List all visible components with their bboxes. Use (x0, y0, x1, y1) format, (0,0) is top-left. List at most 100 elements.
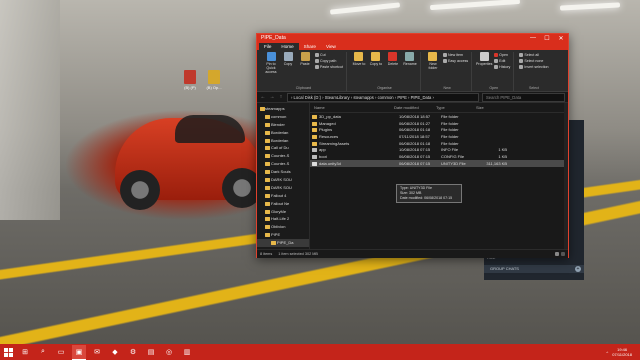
file-icon (312, 154, 317, 159)
maximize-button[interactable]: ☐ (540, 35, 554, 42)
large-icons-view-icon[interactable] (561, 252, 565, 256)
copy-to-button[interactable]: Copy to (369, 52, 383, 86)
group-label: New (443, 86, 451, 90)
nav-item[interactable]: steamapps (257, 105, 309, 113)
paste-shortcut-button[interactable]: Paste shortcut (315, 65, 343, 69)
folder-icon (265, 122, 270, 127)
minimize-button[interactable]: — (526, 35, 540, 41)
delete-button[interactable]: Delete (386, 52, 400, 86)
chrome-icon[interactable]: ◎ (162, 345, 176, 359)
nav-item[interactable]: Counter-S (257, 160, 309, 168)
nav-item-label: Counter-S (271, 153, 290, 159)
column-type[interactable]: Type (432, 105, 472, 110)
mail-icon[interactable]: ✉ (90, 345, 104, 359)
vertical-scrollbar[interactable] (564, 103, 568, 249)
tab-share[interactable]: Share (299, 43, 321, 50)
windows-app-icon[interactable]: ⊞ (18, 345, 32, 359)
file-row[interactable]: StreamingAssets 06/08/2018 01:18 File fold… (310, 140, 568, 147)
pin-quick-access-button[interactable]: Pin to Quick access (264, 52, 278, 86)
easy-access-button[interactable]: Easy access (442, 59, 469, 63)
properties-button[interactable]: Properties (475, 52, 493, 86)
select-none-button[interactable]: Select none (519, 59, 548, 63)
tray-overflow-button[interactable]: ^ (606, 350, 608, 355)
new-item-button[interactable]: New item (442, 53, 468, 57)
terminal-icon[interactable]: ▥ (180, 345, 194, 359)
steam-icon[interactable]: ◆ (108, 345, 122, 359)
clock[interactable]: 19:46 07/11/2018 (612, 347, 632, 357)
easy-access-label: Easy access (447, 59, 469, 63)
nav-item[interactable]: PIPE (257, 231, 309, 239)
nav-item[interactable]: Counter-S (257, 152, 309, 160)
column-name[interactable]: Name (310, 105, 390, 110)
nav-item[interactable]: Fallout Ne (257, 200, 309, 208)
nav-item[interactable]: DARK SOU (257, 184, 309, 192)
nav-item[interactable]: Half-Life 2 (257, 215, 309, 223)
selection-info: 1 item selected 302 MB (278, 252, 318, 256)
desktop-icon-2[interactable]: (B) Op... (192, 70, 236, 90)
file-row[interactable]: Resources 07/11/2018 18:57 File folder (310, 133, 568, 140)
nav-item[interactable]: DARK SOU (257, 176, 309, 184)
rename-button[interactable]: Rename (403, 52, 417, 86)
new-folder-button[interactable]: New folder (426, 52, 440, 86)
nav-item-label: Borderlan (271, 137, 289, 143)
copy-button[interactable]: Copy (281, 52, 295, 86)
tab-file[interactable]: File (259, 43, 277, 50)
copy-path-button[interactable]: Copy path (315, 59, 343, 63)
search-input[interactable]: Search PIPE_Data (482, 92, 565, 102)
back-button[interactable]: ← (260, 94, 266, 100)
column-date[interactable]: Date modified (390, 105, 432, 110)
window-title: PIPE_Data (261, 35, 286, 41)
properties-label: Properties (475, 62, 493, 66)
address-bar[interactable]: › Local Disk (D:) › SteamLibrary › steam… (287, 92, 479, 102)
edit-button[interactable]: Edit (494, 59, 510, 63)
forward-button[interactable]: → (269, 94, 275, 100)
paste-button[interactable]: Paste (298, 52, 312, 86)
taskbar-pinned-apps: ⊞ ⌕ ▭ ▣ ✉ ◆ ⚙ ▤ ◎ ▥ (16, 344, 196, 360)
copy-icon (283, 52, 293, 61)
tab-home[interactable]: Home (276, 43, 299, 50)
invert-selection-button[interactable]: Invert selection (519, 65, 549, 69)
select-all-label: Select all (524, 53, 539, 57)
file-size: 311,163 KB (486, 160, 507, 166)
notes-icon[interactable]: ▤ (144, 345, 158, 359)
move-to-button[interactable]: Move to (352, 52, 366, 86)
clipboard-group: Pin to Quick access Copy Paste Cut Copy … (261, 52, 347, 91)
search-icon[interactable]: ⌕ (36, 345, 50, 359)
close-button[interactable]: ✕ (554, 35, 568, 42)
group-chats-header[interactable]: GROUP CHATS + (484, 265, 584, 273)
up-button[interactable]: ↑ (278, 94, 284, 100)
file-size: 1 KB (498, 153, 507, 159)
details-view-icon[interactable] (555, 252, 559, 256)
file-list-pane[interactable]: Name Date modified Type Size 3D_pp_data 1… (310, 103, 568, 249)
nav-item[interactable]: common (257, 113, 309, 121)
nav-item[interactable]: Blender (257, 121, 309, 129)
file-row[interactable]: Managed 06/08/2018 01:27 File folder (310, 120, 568, 127)
file-row[interactable]: boot 06/08/2018 07:15 CONFIG File 1 KB (310, 153, 568, 160)
select-all-button[interactable]: Select all (519, 53, 548, 57)
column-size[interactable]: Size (472, 105, 500, 110)
history-button[interactable]: History (494, 65, 510, 69)
add-group-chat-button[interactable]: + (575, 266, 581, 272)
nav-item[interactable]: Call of Du (257, 144, 309, 152)
nav-item[interactable]: GloryMe (257, 208, 309, 216)
cut-button[interactable]: Cut (315, 53, 343, 57)
nav-item[interactable]: PIPE_Da (257, 239, 309, 248)
nav-item[interactable]: Oblivion (257, 223, 309, 231)
file-row[interactable]: app 10/08/2018 07:15 INFO File 1 KB (310, 146, 568, 153)
nav-item[interactable]: Borderlan (257, 129, 309, 137)
file-explorer-icon[interactable]: ▣ (72, 344, 86, 360)
tab-view[interactable]: View (321, 43, 341, 50)
task-view-icon[interactable]: ▭ (54, 345, 68, 359)
file-row[interactable]: 3D_pp_data 10/08/2018 18:57 File folder (310, 113, 568, 120)
open-button[interactable]: Open (494, 53, 510, 57)
start-button[interactable] (0, 344, 16, 360)
file-row[interactable]: Plugins 06/08/2018 01:18 File folder (310, 126, 568, 133)
nav-item[interactable]: Borderlan (257, 137, 309, 145)
column-headers: Name Date modified Type Size (310, 103, 568, 113)
settings-icon[interactable]: ⚙ (126, 345, 140, 359)
file-row[interactable]: data.unity3d 06/08/2018 07:15 UNITY3D File… (310, 159, 568, 167)
title-bar[interactable]: PIPE_Data — ☐ ✕ (257, 34, 568, 42)
nav-item[interactable]: Dark Souls (257, 168, 309, 176)
nav-item[interactable]: Fallout 4 (257, 192, 309, 200)
navigation-pane[interactable]: steamapps common Blender Borderlan Borderlan… (257, 103, 310, 249)
